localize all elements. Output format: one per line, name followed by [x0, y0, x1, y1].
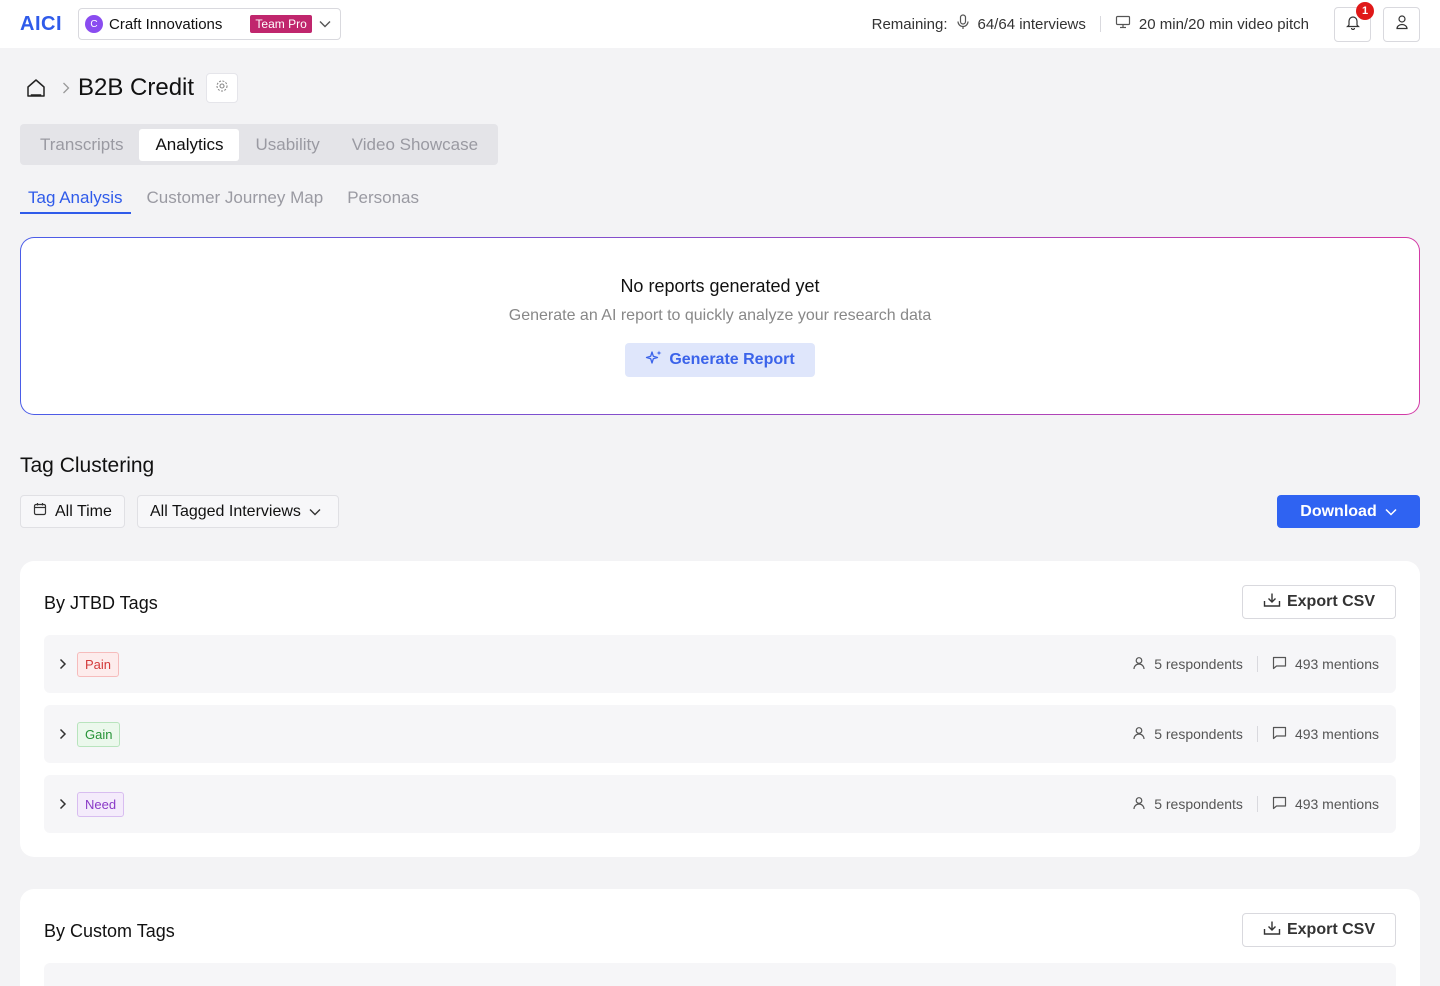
tag-stats: 5 respondents 493 mentions — [1132, 656, 1379, 673]
respondent-count: 5 respondents — [1154, 796, 1243, 812]
chevron-down-icon — [309, 503, 321, 521]
notifications-button[interactable]: 1 — [1334, 1, 1374, 42]
custom-tags-panel: By Custom Tags Export CSV — [20, 889, 1420, 986]
home-icon[interactable] — [24, 76, 48, 100]
mention-count: 493 mentions — [1294, 726, 1379, 742]
tag-row-gain[interactable]: Gain 5 respondents 493 mentions — [44, 705, 1396, 763]
tag-row-need[interactable]: Need 5 respondents 493 mentions — [44, 775, 1396, 833]
generate-report-button[interactable]: Generate Report — [625, 343, 815, 377]
respondent-count: 5 respondents — [1154, 726, 1243, 742]
tag-row-pain[interactable]: Pain 5 respondents 493 mentions — [44, 635, 1396, 693]
comment-icon — [1272, 796, 1287, 813]
download-tray-icon — [1263, 920, 1281, 941]
tag-stats: 5 respondents 493 mentions — [1132, 726, 1379, 743]
person-icon — [1132, 796, 1146, 813]
interviews-remaining: 64/64 interviews — [977, 15, 1086, 33]
chevron-down-icon — [1385, 503, 1397, 521]
report-empty-subtitle: Generate an AI report to quickly analyze… — [508, 307, 932, 324]
time-filter-label: All Time — [55, 502, 112, 520]
divider — [1256, 796, 1258, 812]
tag-pill-gain: Gain — [77, 721, 121, 747]
subtab-personas[interactable]: Personas — [339, 184, 427, 214]
remaining-label: Remaining: — [871, 15, 948, 33]
chevron-down-icon — [318, 17, 332, 31]
user-menu-button[interactable] — [1383, 6, 1420, 42]
section-title-tag-clustering: Tag Clustering — [20, 454, 155, 477]
tab-usability[interactable]: Usability — [239, 129, 335, 161]
report-empty-title: No reports generated yet — [620, 276, 820, 296]
divider — [1256, 726, 1258, 742]
mention-count: 493 mentions — [1294, 796, 1379, 812]
tab-analytics[interactable]: Analytics — [139, 128, 240, 161]
plan-badge: Team Pro — [250, 15, 312, 33]
page-title: B2B Credit — [78, 74, 195, 101]
tab-transcripts[interactable]: Transcripts — [24, 129, 139, 161]
microphone-icon — [956, 14, 970, 34]
report-card-body: No reports generated yet Generate an AI … — [21, 238, 1419, 414]
tag-pill-need: Need — [77, 791, 125, 817]
tag-stats: 5 respondents 493 mentions — [1132, 796, 1379, 813]
panel-title-custom: By Custom Tags — [44, 921, 175, 941]
org-avatar: C — [85, 15, 103, 33]
chevron-right-icon[interactable] — [57, 728, 69, 740]
export-csv-label: Export CSV — [1286, 921, 1375, 938]
top-bar: AICI C Craft Innovations Team Pro Remain… — [0, 0, 1440, 48]
export-csv-button[interactable]: Export CSV — [1242, 585, 1396, 619]
calendar-icon — [33, 502, 47, 521]
download-label: Download — [1300, 502, 1377, 520]
monitor-icon — [1115, 15, 1131, 33]
mention-count: 493 mentions — [1294, 656, 1379, 672]
interview-filter-dropdown[interactable]: All Tagged Interviews — [137, 495, 339, 528]
main-tabs: Transcripts Analytics Usability Video Sh… — [20, 124, 499, 165]
person-icon — [1132, 656, 1146, 673]
divider — [1256, 656, 1258, 672]
user-icon — [1395, 14, 1409, 35]
report-card: No reports generated yet Generate an AI … — [20, 237, 1420, 415]
org-switcher[interactable]: C Craft Innovations Team Pro — [78, 8, 341, 40]
time-filter-button[interactable]: All Time — [20, 495, 125, 528]
export-csv-button[interactable]: Export CSV — [1242, 913, 1396, 947]
gear-icon — [215, 79, 229, 98]
sparkle-icon — [645, 349, 663, 372]
download-tray-icon — [1263, 592, 1281, 613]
comment-icon — [1272, 656, 1287, 673]
breadcrumb: B2B Credit — [24, 72, 239, 104]
respondent-count: 5 respondents — [1154, 656, 1243, 672]
generate-report-label: Generate Report — [669, 351, 795, 368]
project-settings-button[interactable] — [206, 73, 239, 103]
usage-remaining: Remaining: 64/64 interviews 20 min/20 mi… — [872, 14, 1309, 34]
interview-filter-label: All Tagged Interviews — [150, 502, 301, 520]
tag-pill-pain: Pain — [77, 651, 120, 677]
sub-tabs: Tag Analysis Customer Journey Map Person… — [20, 184, 435, 214]
chevron-right-icon[interactable] — [57, 658, 69, 670]
chevron-right-icon[interactable] — [57, 798, 69, 810]
chevron-right-icon — [62, 82, 70, 94]
app-logo[interactable]: AICI — [20, 13, 62, 36]
panel-title-jtbd: By JTBD Tags — [44, 593, 158, 613]
subtab-tag-analysis[interactable]: Tag Analysis — [20, 184, 131, 214]
org-name: Craft Innovations — [109, 15, 223, 33]
video-remaining: 20 min/20 min video pitch — [1138, 15, 1309, 33]
subtab-customer-journey-map[interactable]: Customer Journey Map — [139, 184, 332, 214]
export-csv-label: Export CSV — [1286, 593, 1375, 610]
notification-count-badge: 1 — [1356, 1, 1374, 20]
download-button[interactable]: Download — [1277, 495, 1420, 528]
tag-row[interactable] — [44, 963, 1396, 986]
jtbd-tags-panel: By JTBD Tags Export CSV Pain 5 responden… — [20, 561, 1420, 857]
comment-icon — [1272, 726, 1287, 743]
divider — [1099, 16, 1101, 32]
person-icon — [1132, 726, 1146, 743]
tab-video-showcase[interactable]: Video Showcase — [336, 129, 494, 161]
